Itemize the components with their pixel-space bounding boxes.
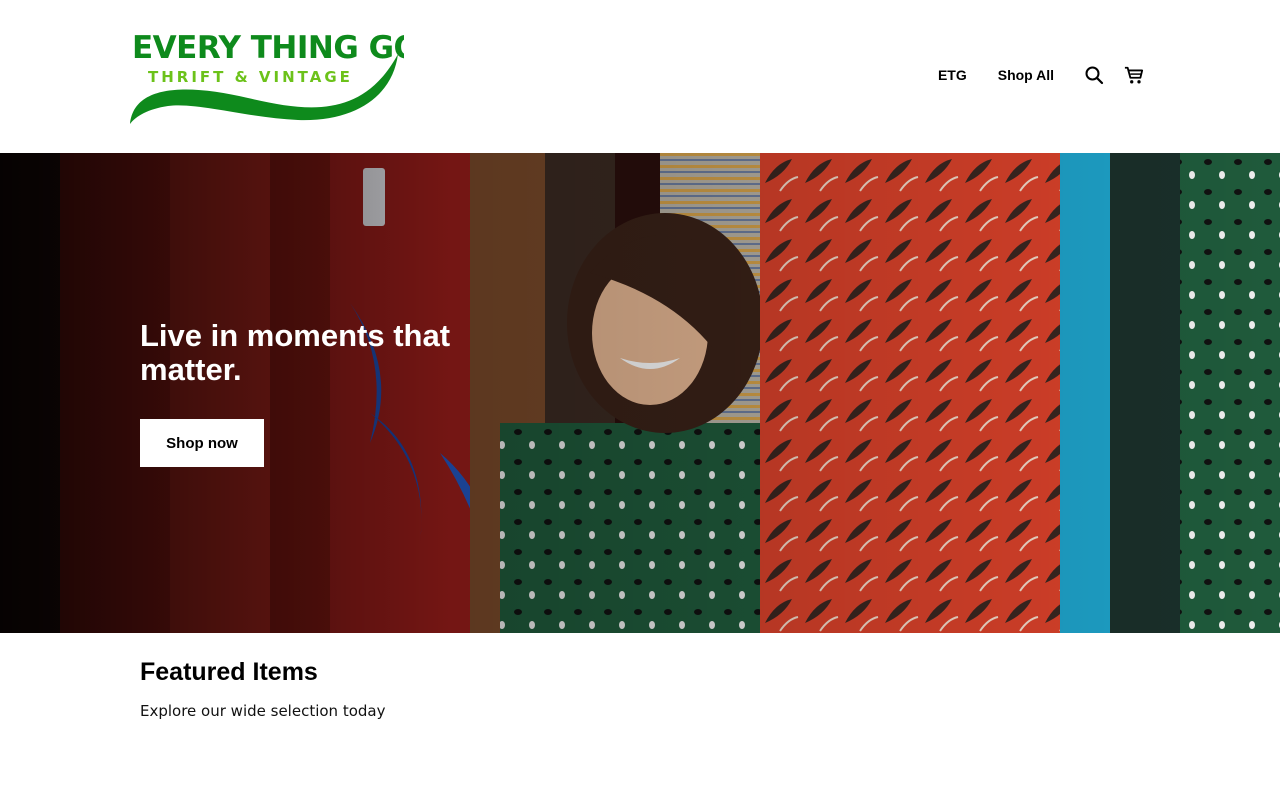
nav-link-shop-all[interactable]: Shop All bbox=[998, 60, 1054, 90]
main-nav: ETG Shop All bbox=[938, 60, 1144, 90]
svg-text:THRIFT & VINTAGE: THRIFT & VINTAGE bbox=[148, 68, 353, 86]
featured-title: Featured Items bbox=[140, 658, 318, 686]
hero-title: Live in moments that matter. bbox=[140, 318, 451, 387]
nav-link-etg[interactable]: ETG bbox=[938, 60, 967, 90]
hero-banner: Live in moments that matter. Shop now bbox=[0, 153, 1280, 633]
brand-logo[interactable]: EVERY THING GOES THRIFT & VINTAGE bbox=[128, 24, 404, 130]
svg-text:EVERY THING GOES: EVERY THING GOES bbox=[132, 30, 404, 66]
cart-icon[interactable] bbox=[1124, 65, 1144, 85]
site-header: EVERY THING GOES THRIFT & VINTAGE ETG Sh… bbox=[0, 0, 1280, 153]
featured-subtitle: Explore our wide selection today bbox=[140, 702, 386, 720]
shop-now-button[interactable]: Shop now bbox=[140, 419, 264, 467]
search-icon[interactable] bbox=[1084, 65, 1104, 85]
hero-image bbox=[0, 153, 1280, 633]
